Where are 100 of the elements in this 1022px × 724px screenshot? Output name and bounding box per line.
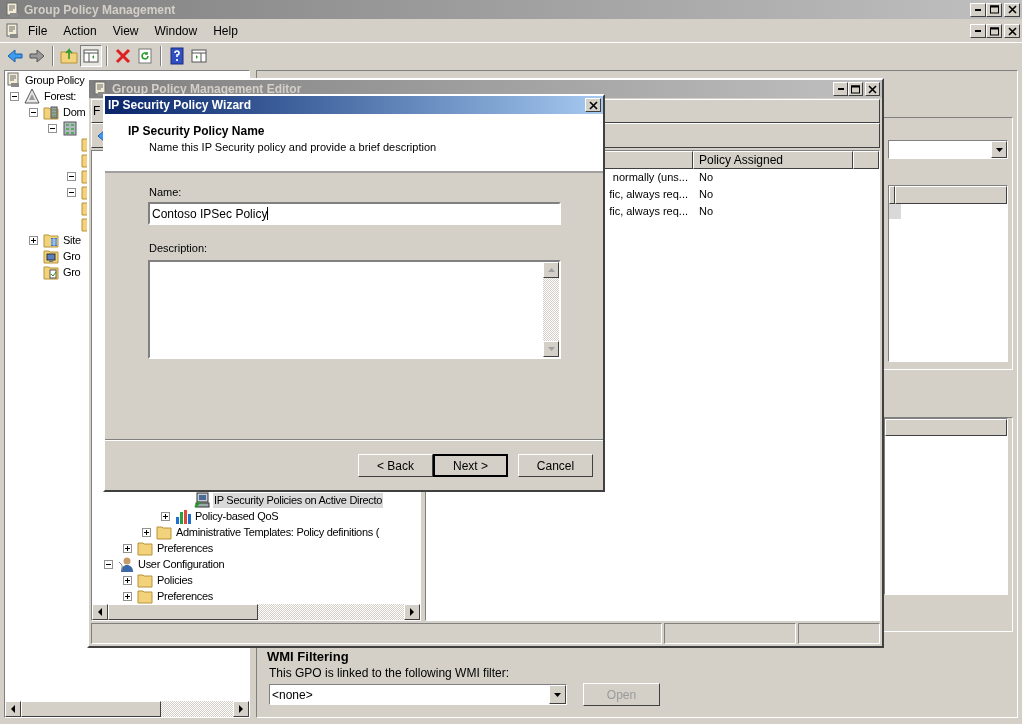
window-title: Group Policy Management: [24, 1, 176, 19]
field-label: Name:: [149, 185, 183, 199]
up-arrow-icon: [547, 268, 555, 272]
menu-item[interactable]: File: [20, 23, 56, 39]
expand-icon[interactable]: [161, 511, 170, 521]
column-header[interactable]: Policy Assigned: [693, 151, 853, 169]
folder-document-icon: [43, 264, 59, 280]
table-cell-text: normally (uns...: [612, 170, 688, 186]
page-heading: IP Security Policy Name: [128, 124, 266, 139]
close-icon: [868, 84, 877, 94]
minimize-button[interactable]: [970, 24, 986, 38]
right-arrow-icon: [239, 705, 243, 713]
collapse-icon[interactable]: [10, 91, 19, 101]
menu-item[interactable]: Help: [205, 23, 246, 39]
column-header[interactable]: [885, 419, 1007, 436]
dropdown-arrow-icon: [554, 692, 561, 697]
minimize-icon: [975, 30, 981, 32]
user-icon: [118, 556, 134, 572]
tree-item[interactable]: Policy-based QoS: [194, 508, 280, 524]
menu-item[interactable]: Action: [55, 23, 105, 39]
collapse-icon[interactable]: [67, 171, 76, 181]
vertical-scrollbar[interactable]: [543, 262, 559, 357]
down-arrow-icon: [547, 347, 555, 351]
dialog-button[interactable]: Cancel: [518, 454, 593, 477]
page-subtitle: Name this IP Security policy and provide a brief description: [149, 140, 438, 154]
close-icon: [1007, 5, 1017, 14]
pane-icon[interactable]: [80, 44, 102, 67]
table-cell: No: [699, 171, 714, 184]
minimize-button[interactable]: [833, 82, 848, 96]
horizontal-scrollbar[interactable]: [5, 701, 249, 717]
table-cell: No: [699, 205, 714, 218]
close-button[interactable]: [1004, 24, 1020, 38]
collapse-icon[interactable]: [48, 123, 57, 133]
expand-icon[interactable]: [123, 591, 132, 601]
minimize-icon: [837, 88, 844, 90]
collapse-icon[interactable]: [67, 187, 76, 197]
triangle-icon: [24, 88, 40, 104]
close-icon: [1007, 26, 1017, 36]
maximize-icon: [989, 5, 999, 14]
maximize-button[interactable]: [986, 24, 1002, 38]
dialog-button[interactable]: Next >: [433, 454, 508, 477]
close-button[interactable]: [865, 82, 880, 96]
minimize-icon: [975, 8, 981, 11]
left-arrow-icon: [98, 608, 102, 616]
tree-item[interactable]: Site: [62, 232, 82, 248]
field-label: Description:: [149, 241, 209, 255]
menu-item[interactable]: F: [93, 102, 101, 120]
scroll-icon: [4, 23, 20, 39]
left-arrow-icon: [11, 705, 15, 713]
wmi-filter-text: This GPO is linked to the following WMI filter:: [269, 665, 511, 681]
close-button[interactable]: [1004, 2, 1020, 17]
dropdown[interactable]: [888, 140, 1008, 159]
dialog-button[interactable]: < Back: [358, 454, 433, 477]
bar-graph-icon: [175, 508, 191, 524]
dropdown-arrow-icon: [995, 147, 1003, 152]
scroll-icon: [92, 81, 108, 97]
expand-icon[interactable]: [123, 575, 132, 585]
close-button[interactable]: [585, 98, 601, 112]
menu-item[interactable]: View: [104, 23, 147, 39]
name-field[interactable]: Contoso IPSec Policy: [148, 202, 561, 225]
expand-icon[interactable]: [142, 527, 151, 537]
tree-item[interactable]: Preferences: [156, 588, 214, 604]
maximize-icon: [989, 26, 999, 36]
tree-item[interactable]: Policies: [156, 572, 194, 588]
maximize-button[interactable]: [848, 82, 863, 96]
column-header[interactable]: [853, 151, 879, 169]
expand-icon[interactable]: [29, 235, 38, 245]
table-cell: No: [699, 188, 714, 201]
menu-item[interactable]: Window: [146, 23, 206, 39]
collapse-icon[interactable]: [29, 107, 38, 117]
folder-computer-icon: [43, 248, 59, 264]
folder-icon: [137, 572, 153, 588]
maximize-button[interactable]: [986, 2, 1002, 17]
table-cell-text: fic, always req...: [609, 204, 688, 220]
tree-item[interactable]: Gro: [62, 264, 82, 280]
wmi-filter-dropdown[interactable]: <none>: [269, 684, 567, 705]
column-header[interactable]: [895, 186, 1007, 204]
tree-item[interactable]: Gro: [62, 248, 82, 264]
scroll-icon: [4, 1, 20, 18]
folder-icon: [137, 540, 153, 556]
tree-item[interactable]: Dom: [62, 104, 87, 120]
right-arrow-icon: [410, 608, 414, 616]
tree-item[interactable]: Preferences: [156, 540, 214, 556]
column-header[interactable]: [889, 186, 895, 204]
close-icon: [588, 100, 598, 110]
folder-icon: [156, 524, 172, 540]
folder-building-icon: [43, 104, 59, 120]
expand-icon[interactable]: [123, 543, 132, 553]
tree-item[interactable]: Administrative Templates: Policy definitions (: [175, 524, 381, 540]
description-field[interactable]: [148, 260, 561, 359]
folder-grid-icon: [43, 232, 59, 248]
minimize-button[interactable]: [970, 2, 986, 17]
tree-item[interactable]: IP Security Policies on Active Directo: [213, 492, 384, 508]
table-cell-text: fic, always req...: [609, 187, 688, 203]
horizontal-scrollbar[interactable]: [92, 604, 420, 620]
collapse-icon[interactable]: [104, 559, 113, 569]
maximize-icon: [851, 84, 860, 94]
tree-item[interactable]: Forest:: [43, 88, 78, 104]
tree-item[interactable]: User Configuration: [137, 556, 226, 572]
tree-item[interactable]: Group Policy: [24, 72, 86, 88]
